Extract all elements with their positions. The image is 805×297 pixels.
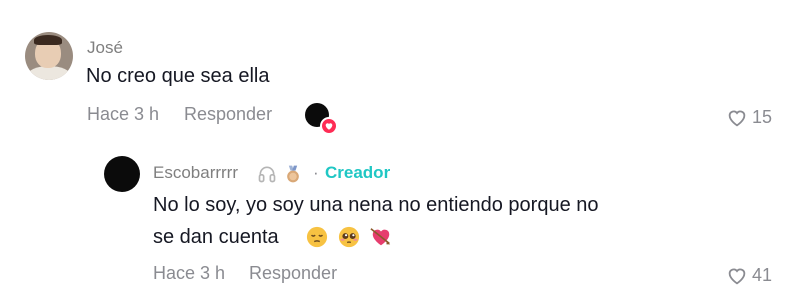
comment-timestamp: Hace 3 h (87, 104, 160, 124)
commenter-username[interactable]: José (87, 38, 123, 58)
reply-avatar[interactable] (104, 156, 140, 192)
like-count: 15 (752, 107, 773, 127)
reply-reply-button[interactable]: Responder (249, 263, 337, 284)
pensive-face-emoji (306, 226, 328, 248)
heart-filled-icon (325, 123, 333, 130)
pleading-face-emoji (338, 226, 360, 248)
medal-icon (287, 165, 299, 183)
comment-thread: José No creo que sea ella Hace 3 h Respo… (0, 0, 805, 297)
commenter-avatar[interactable] (25, 32, 73, 80)
reply-like-heart-icon[interactable] (727, 267, 747, 285)
reply-text-line1: No lo soy, yo soy una nena no entiendo p… (153, 194, 599, 216)
avatar-shirt (27, 66, 71, 80)
reply-timestamp: Hace 3 h (153, 263, 226, 283)
reply-username[interactable]: Escobarrrrr (153, 163, 238, 183)
headphones-icon (258, 166, 276, 183)
reply-like-count: 41 (752, 265, 773, 285)
reply-text-line2: se dan cuenta (153, 226, 279, 248)
creator-separator: · (313, 163, 319, 182)
like-heart-icon[interactable] (727, 109, 747, 127)
heart-with-arrow-emoji (370, 228, 391, 246)
avatar-hair (34, 35, 62, 45)
comment-text: No creo que sea ella (86, 65, 270, 87)
creator-label: Creador (325, 163, 391, 182)
creator-liked-badge (320, 117, 338, 135)
reply-button[interactable]: Responder (184, 104, 272, 125)
